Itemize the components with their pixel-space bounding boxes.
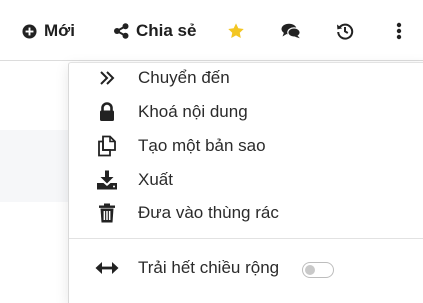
toolbar-divider: [0, 60, 423, 61]
trash-icon: [95, 201, 119, 225]
more-options-button[interactable]: [396, 20, 402, 42]
menu-item-export[interactable]: Xuất: [69, 165, 423, 195]
menu-item-move-to-trash[interactable]: Đưa vào thùng rác: [69, 198, 423, 228]
menu-item-move-to[interactable]: Chuyển đến: [69, 63, 423, 93]
lock-icon: [95, 100, 119, 124]
menu-item-label: Tạo một bản sao: [138, 136, 266, 155]
copy-icon: [95, 134, 119, 158]
comments-icon: [281, 23, 301, 39]
menu-item-label: Chuyển đến: [138, 68, 230, 87]
toggle-knob: [305, 265, 315, 275]
chat-button[interactable]: [281, 20, 301, 42]
menu-item-label: Đưa vào thùng rác: [138, 203, 279, 222]
menu-item-make-copy[interactable]: Tạo một bản sao: [69, 131, 423, 161]
toolbar: Mới Chia sẻ: [0, 0, 423, 60]
menu-item-full-width[interactable]: Trải hết chiều rộng: [69, 253, 423, 283]
menu-item-label: Khoá nội dung: [138, 102, 248, 121]
new-button[interactable]: Mới: [22, 20, 75, 42]
download-icon: [95, 168, 119, 192]
plus-circle-icon: [22, 23, 37, 39]
horizontal-arrows-icon: [95, 256, 119, 280]
history-button[interactable]: [336, 20, 354, 42]
menu-item-label: Xuất: [138, 170, 173, 189]
menu-item-label: Trải hết chiều rộng: [138, 258, 280, 277]
share-icon: [113, 23, 129, 39]
more-options-menu: Chuyển đến Khoá nội dung Tạo một bản sao…: [68, 62, 423, 303]
star-icon: [227, 22, 245, 40]
star-button[interactable]: [227, 20, 245, 42]
menu-item-lock-content[interactable]: Khoá nội dung: [69, 97, 423, 127]
full-width-toggle[interactable]: [302, 262, 334, 278]
new-button-label: Mới: [44, 21, 75, 40]
vertical-ellipsis-icon: [396, 22, 402, 40]
share-button[interactable]: Chia sẻ: [113, 20, 196, 42]
menu-divider: [69, 238, 423, 239]
double-chevron-right-icon: [95, 66, 119, 90]
share-button-label: Chia sẻ: [136, 21, 197, 40]
history-icon: [336, 22, 354, 40]
